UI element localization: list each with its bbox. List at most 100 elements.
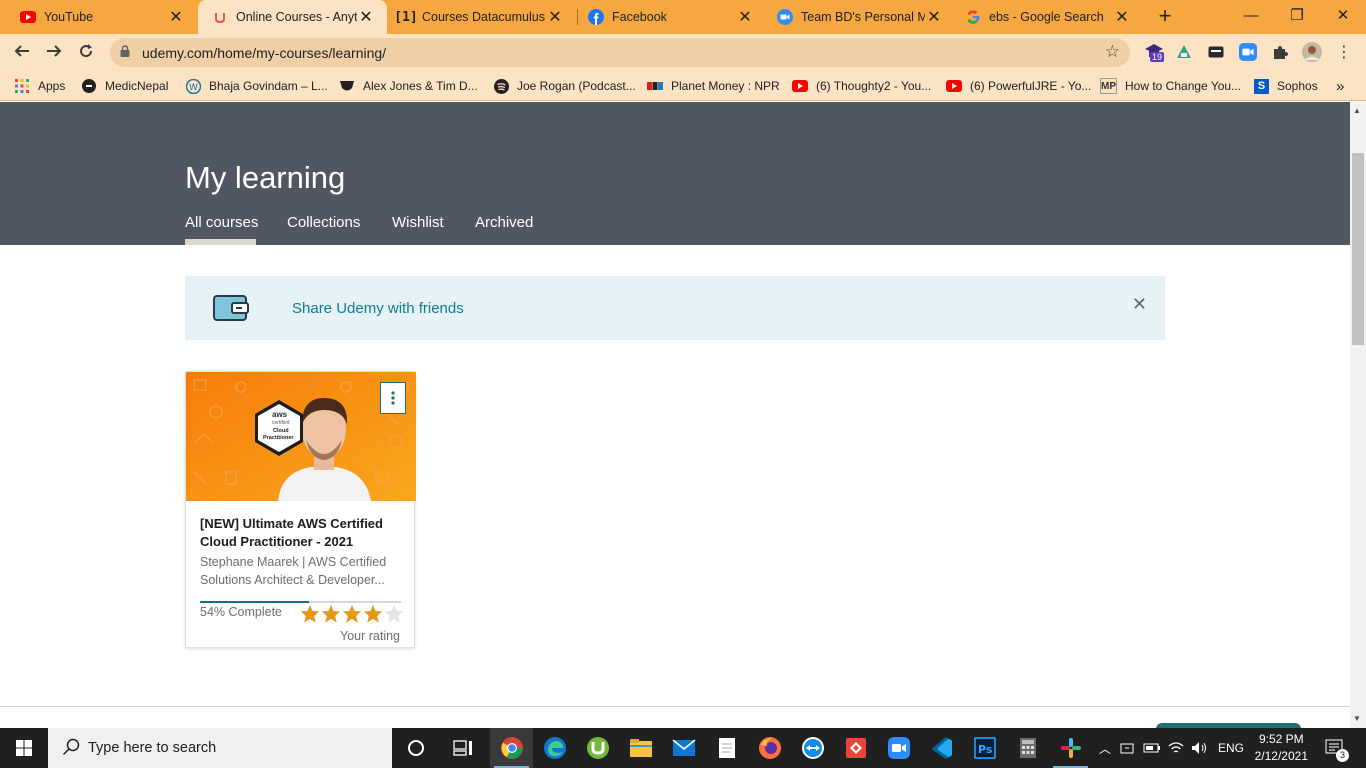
calculator-taskbar-icon[interactable] xyxy=(1006,728,1049,768)
tab-facebook[interactable]: Facebook ✕ xyxy=(578,0,766,34)
star-icon[interactable] xyxy=(321,604,341,623)
edge-taskbar-icon[interactable] xyxy=(533,728,576,768)
share-banner-text[interactable]: Share Udemy with friends xyxy=(292,300,464,317)
profile-avatar[interactable] xyxy=(1302,42,1322,62)
tab-close-button[interactable]: ✕ xyxy=(1113,7,1131,27)
bookmark-label: Joe Rogan (Podcast... xyxy=(517,79,636,93)
tab-close-button[interactable]: ✕ xyxy=(736,7,754,27)
back-button[interactable] xyxy=(9,40,35,66)
bookmark-apps[interactable]: Apps xyxy=(14,77,65,95)
bookmark-label: How to Change You... xyxy=(1125,79,1242,93)
restore-button[interactable]: ❐ xyxy=(1274,0,1320,34)
tab-close-button[interactable]: ✕ xyxy=(546,7,564,27)
scroll-down-icon[interactable]: ▼ xyxy=(1353,714,1361,723)
reload-button[interactable] xyxy=(73,40,99,66)
page-scrollbar[interactable]: ▲ ▼ xyxy=(1350,102,1366,728)
forward-button[interactable] xyxy=(41,40,67,66)
clock-time: 9:52 PM xyxy=(1258,732,1304,746)
tab-zoom[interactable]: Team BD's Personal Me ✕ xyxy=(767,0,955,34)
file-explorer-taskbar-icon[interactable] xyxy=(619,728,662,768)
star-icon[interactable] xyxy=(300,604,320,623)
footer-divider xyxy=(0,706,1350,707)
bookmarks-overflow-button[interactable]: » xyxy=(1336,77,1344,95)
star-icon[interactable] xyxy=(342,604,362,623)
bookmark-star-icon[interactable]: ☆ xyxy=(1105,42,1120,62)
tab-archived[interactable]: Archived xyxy=(475,214,533,231)
firefox-taskbar-icon[interactable] xyxy=(748,728,791,768)
task-view-icon[interactable] xyxy=(441,728,484,768)
photoshop-taskbar-icon[interactable]: Ps xyxy=(963,728,1006,768)
lock-icon xyxy=(120,45,130,57)
notepad-taskbar-icon[interactable] xyxy=(705,728,748,768)
cortana-icon[interactable] xyxy=(394,728,437,768)
bookmark-label: (6) PowerfulJRE - Yo... xyxy=(970,79,1092,93)
taskbar-clock[interactable]: 9:52 PM 2/12/2021 xyxy=(1255,731,1308,765)
slack-taskbar-icon[interactable] xyxy=(1049,728,1092,768)
bookmark-joe-rogan[interactable]: Joe Rogan (Podcast... xyxy=(493,77,636,95)
bookmark-bhaja-govindam[interactable]: W Bhaja Govindam – L... xyxy=(185,77,328,95)
badge-line2: Cloud xyxy=(273,428,289,434)
vscode-taskbar-icon[interactable] xyxy=(920,728,963,768)
volume-icon[interactable] xyxy=(1190,728,1210,768)
taskbar-search-box[interactable]: Type here to search xyxy=(48,728,392,768)
course-thumbnail[interactable]: aws certified Cloud Practitioner xyxy=(186,372,416,501)
bookmark-how-to-change[interactable]: MP How to Change You... xyxy=(1100,77,1241,95)
utorrent-taskbar-icon[interactable] xyxy=(576,728,619,768)
tab-close-button[interactable]: ✕ xyxy=(925,7,943,27)
course-card[interactable]: aws certified Cloud Practitioner [NEW] U… xyxy=(185,371,416,648)
mail-taskbar-icon[interactable] xyxy=(662,728,705,768)
language-indicator[interactable]: ENG xyxy=(1216,728,1246,768)
extension-card-icon[interactable] xyxy=(1206,42,1226,62)
tab-youtube[interactable]: YouTube ✕ xyxy=(0,0,197,34)
bookmark-alex-jones[interactable]: Alex Jones & Tim D... xyxy=(339,77,478,95)
start-button[interactable] xyxy=(0,728,48,768)
anydesk-taskbar-icon[interactable] xyxy=(834,728,877,768)
extensions-puzzle-icon[interactable] xyxy=(1270,42,1290,62)
youtube-icon xyxy=(792,78,808,94)
tab-close-button[interactable]: ✕ xyxy=(357,7,375,27)
bookmark-thoughty2[interactable]: (6) Thoughty2 - You... xyxy=(792,77,931,95)
chrome-taskbar-icon[interactable] xyxy=(490,728,533,768)
share-banner[interactable]: Share Udemy with friends ✕ xyxy=(185,276,1165,340)
star-icon[interactable] xyxy=(384,604,404,623)
tab-close-button[interactable]: ✕ xyxy=(167,7,185,27)
mask-icon xyxy=(339,78,355,94)
scroll-up-icon[interactable]: ▲ xyxy=(1353,106,1361,115)
extension-academic-icon[interactable]: 19 xyxy=(1144,42,1165,62)
bookmark-medicnepal[interactable]: MedicNepal xyxy=(81,77,168,95)
close-window-button[interactable]: ✕ xyxy=(1320,0,1366,34)
tab-wishlist[interactable]: Wishlist xyxy=(392,214,444,231)
tab-google[interactable]: ebs - Google Search ✕ xyxy=(955,0,1143,34)
extension-zoom-icon[interactable] xyxy=(1238,42,1258,62)
notifications-button[interactable]: 3 xyxy=(1322,728,1349,768)
bookmark-label: Planet Money : NPR xyxy=(671,79,780,93)
tray-network-adapter-icon[interactable] xyxy=(1118,728,1138,768)
tray-overflow-icon[interactable]: ︿ xyxy=(1096,728,1114,768)
bookmark-planet-money[interactable]: Planet Money : NPR xyxy=(647,77,780,95)
new-tab-button[interactable]: + xyxy=(1152,4,1178,30)
tab-datacumulus[interactable]: [1] Courses Datacumulus ✕ xyxy=(388,0,576,34)
tab-all-courses[interactable]: All courses xyxy=(185,214,258,231)
kebab-menu-icon xyxy=(391,391,395,405)
share-banner-close-button[interactable]: ✕ xyxy=(1132,294,1147,315)
wifi-icon[interactable] xyxy=(1166,728,1186,768)
scrollbar-thumb[interactable] xyxy=(1352,153,1364,345)
address-bar[interactable]: udemy.com/home/my-courses/learning/ ☆ xyxy=(110,38,1130,67)
tab-udemy[interactable]: Online Courses - Anytin ✕ xyxy=(198,0,387,34)
bookmark-powerfuljre[interactable]: (6) PowerfulJRE - Yo... xyxy=(946,77,1091,95)
teamviewer-taskbar-icon[interactable] xyxy=(791,728,834,768)
minimize-button[interactable]: — xyxy=(1228,0,1274,34)
tab-collections[interactable]: Collections xyxy=(287,214,360,231)
browser-menu-icon[interactable]: ⋮ xyxy=(1334,42,1354,62)
bookmark-sophos[interactable]: S Sophos xyxy=(1254,77,1318,95)
course-options-button[interactable] xyxy=(380,382,406,414)
zoom-taskbar-icon[interactable] xyxy=(877,728,920,768)
extension-drive-icon[interactable] xyxy=(1174,42,1194,62)
star-icon[interactable] xyxy=(363,604,383,623)
star-filled xyxy=(363,604,383,623)
course-rating-stars[interactable] xyxy=(300,604,404,623)
course-title[interactable]: [NEW] Ultimate AWS Certified Cloud Pract… xyxy=(200,515,405,551)
battery-icon[interactable] xyxy=(1142,728,1162,768)
taskbar-search-placeholder: Type here to search xyxy=(88,740,217,756)
apps-grid-icon xyxy=(14,78,30,94)
